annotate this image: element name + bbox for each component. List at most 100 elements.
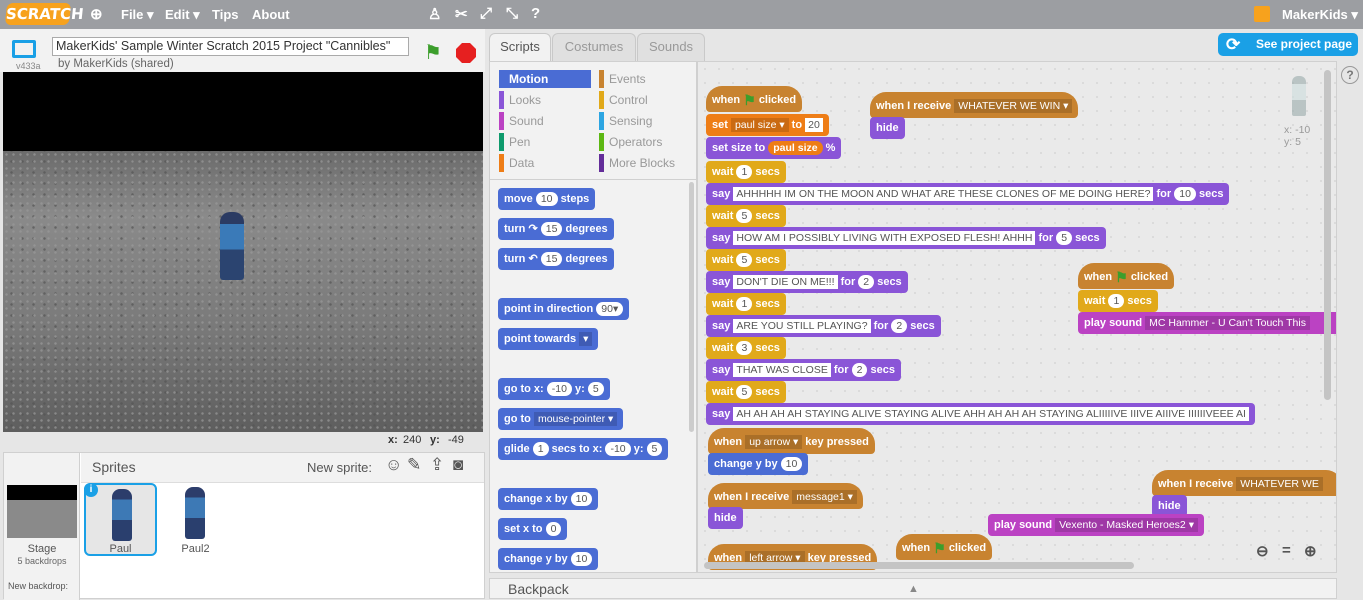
tips-menu[interactable]: Tips	[212, 7, 239, 22]
sprite-tile-paul[interactable]: i Paul	[84, 483, 157, 556]
block-when-i-receive[interactable]: when I receive WHATEVER WE WIN ▾	[870, 92, 1079, 118]
block-wait[interactable]: wait 1 secs	[1078, 290, 1158, 312]
zoom-out-icon[interactable]: ⊖	[1256, 542, 1269, 560]
shrink-icon[interactable]: ⤡	[506, 5, 518, 22]
block-palette: Motion Looks Sound Pen Data Events Contr…	[489, 61, 697, 573]
block-turn-left[interactable]: turn ↶ 15 degrees	[498, 248, 614, 270]
block-point-in-direction[interactable]: point in direction 90▾	[498, 298, 630, 320]
paul-sprite-on-stage[interactable]	[220, 212, 244, 280]
cut-scissors-icon[interactable]: ✂	[455, 5, 468, 23]
version-label: v433a	[16, 61, 41, 71]
block-say-for-secs[interactable]: say HOW AM I POSSIBLY LIVING WITH EXPOSE…	[706, 227, 1106, 249]
tab-scripts[interactable]: Scripts	[489, 33, 551, 62]
block-hide[interactable]: hide	[870, 117, 905, 139]
user-menu[interactable]: MakerKids ▾	[1282, 7, 1358, 23]
stage-canvas[interactable]	[3, 72, 483, 432]
duplicate-stamp-icon[interactable]: ♙	[428, 5, 441, 23]
project-title-input[interactable]: MakerKids' Sample Winter Scratch 2015 Pr…	[52, 37, 409, 56]
block-turn-right[interactable]: turn ↷ 15 degrees	[498, 218, 614, 240]
edit-menu[interactable]: Edit ▾	[165, 7, 200, 23]
category-more-blocks[interactable]: More Blocks	[599, 154, 691, 172]
sprite-tile-paul2[interactable]: Paul2	[159, 483, 232, 556]
upload-sprite-icon[interactable]: ⇪	[430, 455, 444, 475]
see-project-page-button[interactable]: ⟳ See project page	[1218, 33, 1358, 56]
block-when-flag-clicked[interactable]: when ⚑ clicked	[896, 534, 993, 560]
stop-icon[interactable]	[456, 43, 476, 63]
block-change-y[interactable]: change y by 10	[708, 453, 809, 475]
project-byline: by MakerKids (shared)	[58, 58, 174, 70]
block-say-for-secs[interactable]: say AHHHHH IM ON THE MOON AND WHAT ARE T…	[706, 183, 1230, 205]
block-point-towards[interactable]: point towards ▾	[498, 328, 599, 350]
category-sensing[interactable]: Sensing	[599, 112, 691, 130]
category-operators[interactable]: Operators	[599, 133, 691, 151]
palette-scrollbar[interactable]	[689, 182, 694, 432]
category-events[interactable]: Events	[599, 70, 691, 88]
block-play-sound[interactable]: play sound Vexento - Masked Heroes2 ▾	[988, 514, 1204, 536]
block-wait[interactable]: wait 5 secs	[706, 249, 786, 271]
category-control[interactable]: Control	[599, 91, 691, 109]
script-area[interactable]: when ⚑ clicked set paul size ▾ to 20 set…	[697, 61, 1337, 573]
scratch-logo[interactable]: SCRATCH	[4, 3, 85, 25]
category-pen[interactable]: Pen	[499, 133, 591, 151]
block-when-i-receive[interactable]: when I receive WHATEVER WE	[1152, 470, 1336, 496]
block-glide[interactable]: glide 1 secs to x: -10 y: 5	[498, 438, 669, 460]
block-when-i-receive[interactable]: when I receive message1 ▾	[708, 483, 863, 509]
block-play-sound[interactable]: play sound MC Hammer - U Can't Touch Thi…	[1078, 312, 1336, 334]
sprite-y: y: 5	[1284, 136, 1301, 148]
block-set-size[interactable]: set size to paul size %	[706, 137, 842, 159]
category-data[interactable]: Data	[499, 154, 591, 172]
block-say[interactable]: say AH AH AH AH STAYING ALIVE STAYING AL…	[706, 403, 1255, 425]
block-say-for-secs[interactable]: say ARE YOU STILL PLAYING? for 2 secs	[706, 315, 941, 337]
block-wait[interactable]: wait 5 secs	[706, 205, 786, 227]
file-menu[interactable]: File ▾	[121, 7, 154, 23]
grow-icon[interactable]: ⤢	[480, 5, 492, 22]
block-wait[interactable]: wait 5 secs	[706, 381, 786, 403]
block-when-flag-clicked[interactable]: when ⚑ clicked	[706, 86, 803, 112]
block-say-for-secs[interactable]: say DON'T DIE ON ME!!! for 2 secs	[706, 271, 908, 293]
mouse-coordinates: x: 240 y: -49	[388, 434, 464, 446]
block-when-key-pressed[interactable]: when up arrow ▾ key pressed	[708, 428, 875, 454]
backpack-bar[interactable]: Backpack ▲	[489, 578, 1337, 599]
paint-brush-icon[interactable]: ✎	[407, 455, 421, 475]
block-wait[interactable]: wait 3 secs	[706, 337, 786, 359]
block-set-x[interactable]: set x to 0	[498, 518, 568, 540]
block-go-to[interactable]: go to mouse-pointer ▾	[498, 408, 624, 430]
block-set-variable[interactable]: set paul size ▾ to 20	[706, 114, 829, 136]
block-go-to-xy[interactable]: go to x: -10 y: 5	[498, 378, 610, 400]
block-change-y[interactable]: change y by 10	[498, 548, 599, 570]
sprite-name: Paul	[109, 543, 132, 555]
green-flag-icon: ⚑	[743, 92, 756, 109]
script-vertical-scrollbar[interactable]	[1324, 70, 1331, 400]
tab-costumes[interactable]: Costumes	[552, 33, 636, 61]
stage-thumbnail[interactable]	[7, 485, 77, 538]
about-menu[interactable]: About	[252, 7, 290, 22]
block-change-x[interactable]: change x by 10	[498, 488, 599, 510]
category-sound[interactable]: Sound	[499, 112, 591, 130]
block-hide[interactable]: hide	[708, 507, 743, 529]
category-motion[interactable]: Motion	[499, 70, 591, 88]
tab-sounds[interactable]: Sounds	[637, 33, 705, 61]
palette-divider	[490, 179, 696, 180]
block-wait[interactable]: wait 1 secs	[706, 293, 786, 315]
block-say-for-secs[interactable]: say THAT WAS CLOSE for 2 secs	[706, 359, 902, 381]
globe-icon[interactable]: ⊕	[90, 5, 103, 23]
green-flag-icon: ⚑	[933, 540, 946, 557]
current-sprite-preview	[1292, 76, 1306, 116]
help-icon[interactable]: ?	[531, 5, 540, 22]
chevron-up-icon[interactable]: ▲	[908, 579, 919, 599]
fullscreen-icon[interactable]	[12, 40, 36, 58]
camera-icon[interactable]: ◙	[453, 455, 463, 475]
help-icon[interactable]: ?	[1341, 66, 1359, 84]
sprite-library-icon[interactable]: ☺	[385, 455, 402, 475]
block-move[interactable]: move 10 steps	[498, 188, 596, 210]
zoom-reset-icon[interactable]: =	[1282, 542, 1291, 559]
category-looks[interactable]: Looks	[499, 91, 591, 109]
block-when-flag-clicked[interactable]: when ⚑ clicked	[1078, 263, 1175, 289]
paul-thumbnail	[112, 489, 132, 541]
zoom-in-icon[interactable]: ⊕	[1304, 542, 1317, 560]
user-avatar[interactable]	[1254, 6, 1270, 22]
green-flag-icon[interactable]: ⚑	[424, 40, 442, 65]
info-icon[interactable]: i	[84, 483, 98, 497]
block-wait[interactable]: wait 1 secs	[706, 161, 786, 183]
script-horizontal-scrollbar[interactable]	[704, 562, 1134, 569]
